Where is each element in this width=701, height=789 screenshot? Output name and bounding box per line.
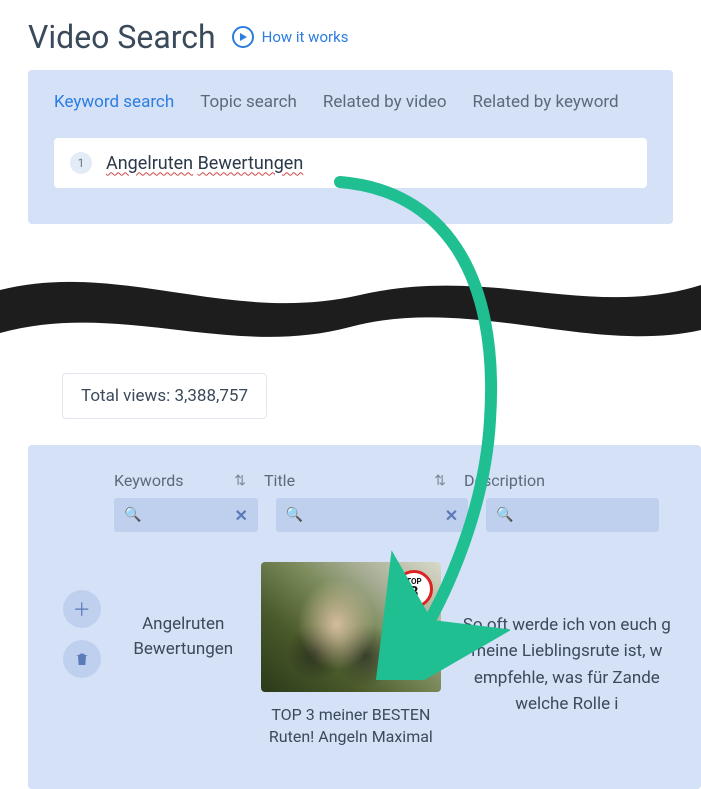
column-header-keywords[interactable]: Keywords ⇅: [114, 471, 264, 490]
sort-icon[interactable]: ⇅: [234, 473, 246, 489]
tab-related-keyword[interactable]: Related by keyword: [473, 92, 619, 112]
column-header-title[interactable]: Title ⇅: [264, 471, 464, 490]
search-tabs: Keyword search Topic search Related by v…: [54, 92, 647, 112]
sort-icon[interactable]: ⇅: [434, 473, 446, 489]
search-input-row[interactable]: 1 Angelruten Bewertungen: [54, 138, 647, 188]
filter-keywords[interactable]: 🔍 ✕: [114, 498, 258, 532]
tab-keyword-search[interactable]: Keyword search: [54, 92, 174, 112]
search-term: Angelruten Bewertungen: [106, 153, 303, 174]
cell-title: TOP 3 TOP 3 meiner BESTEN Ruten! Angeln …: [255, 562, 447, 749]
search-icon: 🔍: [286, 507, 303, 523]
tab-related-video[interactable]: Related by video: [323, 92, 447, 112]
search-icon: 🔍: [124, 507, 141, 523]
search-panel: Keyword search Topic search Related by v…: [28, 70, 673, 224]
play-icon: [232, 26, 254, 48]
cell-keywords: Angelruten Bewertungen: [111, 562, 255, 661]
trash-icon: [74, 651, 90, 667]
how-it-works-label: How it works: [262, 28, 349, 46]
total-views-value: 3,388,757: [174, 386, 248, 406]
add-button[interactable]: ＋: [63, 590, 101, 628]
video-title: TOP 3 meiner BESTEN Ruten! Angeln Maxima…: [255, 704, 447, 749]
total-views-box: Total views: 3,388,757: [62, 373, 267, 419]
tab-topic-search[interactable]: Topic search: [200, 92, 297, 112]
content-break: [0, 255, 701, 355]
top-badge: TOP 3: [395, 570, 433, 608]
total-views-label: Total views:: [81, 386, 174, 406]
filter-description[interactable]: 🔍: [486, 498, 659, 532]
video-thumbnail[interactable]: TOP 3: [261, 562, 441, 692]
delete-button[interactable]: [63, 640, 101, 678]
how-it-works-link[interactable]: How it works: [232, 26, 349, 48]
search-index-badge: 1: [70, 152, 92, 174]
table-row: ＋ Angelruten Bewertungen TOP 3 TOP 3 mei…: [28, 532, 701, 749]
search-icon: 🔍: [496, 507, 513, 523]
results-panel: Keywords ⇅ Title ⇅ Description 🔍 ✕ 🔍 ✕ 🔍: [28, 445, 701, 789]
clear-icon[interactable]: ✕: [234, 506, 247, 525]
clear-icon[interactable]: ✕: [445, 506, 458, 525]
filter-title[interactable]: 🔍 ✕: [276, 498, 468, 532]
page-title: Video Search: [28, 18, 216, 56]
cell-description: So oft werde ich von euch g meine Liebli…: [447, 562, 677, 717]
column-header-description[interactable]: Description: [464, 471, 644, 490]
